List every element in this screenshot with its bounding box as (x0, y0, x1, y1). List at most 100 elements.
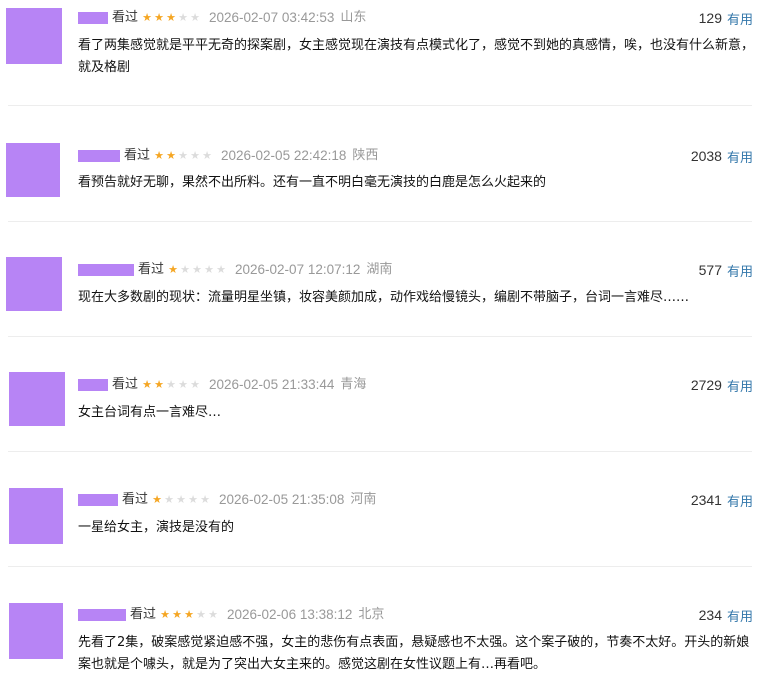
star-empty-icon: ★ (190, 378, 200, 391)
avatar[interactable] (9, 372, 65, 426)
comment-text: 一星给女主，演技是没有的 (78, 520, 235, 535)
vote-area: 2729 有用 (691, 375, 753, 395)
comment-time: 2026-02-07 03:42:53 (209, 10, 335, 25)
star-filled-icon: ★ (168, 263, 178, 276)
star-empty-icon: ★ (192, 263, 202, 276)
username-redacted[interactable] (78, 494, 118, 506)
star-empty-icon: ★ (180, 263, 190, 276)
watch-status: 看过 (130, 607, 157, 622)
star-empty-icon: ★ (164, 493, 174, 506)
comment-location: 青海 (340, 377, 367, 392)
star-filled-icon: ★ (142, 11, 152, 24)
comment-time: 2026-02-05 21:33:44 (209, 377, 335, 392)
rating-stars: ★ ★ ★ ★ ★ (141, 375, 201, 395)
comment-location: 北京 (358, 607, 385, 622)
username-redacted[interactable] (78, 12, 108, 24)
vote-area: 2341 有用 (691, 490, 753, 510)
divider (8, 566, 752, 567)
avatar[interactable] (9, 603, 63, 659)
star-empty-icon: ★ (166, 378, 176, 391)
comment-location: 河南 (350, 492, 377, 507)
comment-text: 看了两集感觉就是平平无奇的探案剧，女主感觉现在演技有点模式化了，感觉不到她的真感… (78, 38, 755, 75)
star-filled-icon: ★ (166, 11, 176, 24)
star-empty-icon: ★ (188, 493, 198, 506)
star-filled-icon: ★ (160, 608, 170, 621)
rating-stars: ★ ★ ★ ★ ★ (159, 605, 219, 625)
star-filled-icon: ★ (184, 608, 194, 621)
vote-area: 577 有用 (699, 260, 753, 280)
watch-status: 看过 (112, 10, 139, 25)
comment-meta: 看过 ★ ★ ★ ★ ★ 2026-02-07 12:07:12 湖南 (78, 260, 392, 280)
comment-time: 2026-02-06 13:38:12 (227, 607, 353, 622)
comment-location: 湖南 (366, 262, 393, 277)
comment-text: 现在大多数剧的现状：流量明星坐镇，妆容美颜加成，动作戏给慢镜头，编剧不带脑子，台… (78, 290, 690, 305)
useful-button[interactable]: 有用 (727, 376, 753, 395)
username-redacted[interactable] (78, 264, 134, 276)
star-empty-icon: ★ (190, 11, 200, 24)
star-empty-icon: ★ (176, 493, 186, 506)
star-empty-icon: ★ (200, 493, 210, 506)
vote-count: 2729 (690, 377, 722, 393)
star-empty-icon: ★ (204, 263, 214, 276)
comment-time: 2026-02-07 12:07:12 (235, 262, 361, 277)
useful-button[interactable]: 有用 (727, 9, 753, 28)
useful-button[interactable]: 有用 (727, 491, 753, 510)
star-empty-icon: ★ (196, 608, 206, 621)
star-empty-icon: ★ (178, 149, 188, 162)
comment-text: 看预告就好无聊，果然不出所料。还有一直不明白毫无演技的白鹿是怎么火起来的 (78, 175, 547, 190)
star-empty-icon: ★ (178, 11, 188, 24)
rating-stars: ★ ★ ★ ★ ★ (153, 146, 213, 166)
vote-count: 2341 (690, 492, 722, 508)
comment-location: 陕西 (352, 148, 379, 163)
comment-location: 山东 (340, 10, 367, 25)
star-filled-icon: ★ (166, 149, 176, 162)
username-redacted[interactable] (78, 609, 126, 621)
star-filled-icon: ★ (154, 378, 164, 391)
vote-count: 577 (698, 262, 722, 278)
star-filled-icon: ★ (154, 11, 164, 24)
star-empty-icon: ★ (202, 149, 212, 162)
avatar[interactable] (9, 488, 63, 544)
useful-button[interactable]: 有用 (727, 147, 753, 166)
star-filled-icon: ★ (152, 493, 162, 506)
divider (8, 221, 752, 222)
watch-status: 看过 (122, 492, 149, 507)
star-empty-icon: ★ (208, 608, 218, 621)
star-empty-icon: ★ (190, 149, 200, 162)
avatar[interactable] (6, 143, 60, 197)
username-redacted[interactable] (78, 150, 120, 162)
star-filled-icon: ★ (172, 608, 182, 621)
vote-count: 129 (698, 10, 722, 26)
star-empty-icon: ★ (178, 378, 188, 391)
vote-area: 129 有用 (699, 8, 753, 28)
rating-stars: ★ ★ ★ ★ ★ (141, 8, 201, 28)
comment-text: 女主台词有点一言难尽… (78, 405, 222, 420)
star-filled-icon: ★ (154, 149, 164, 162)
rating-stars: ★ ★ ★ ★ ★ (151, 490, 211, 510)
useful-button[interactable]: 有用 (727, 261, 753, 280)
divider (8, 336, 752, 337)
divider (8, 451, 752, 452)
vote-area: 234 有用 (699, 605, 753, 625)
useful-button[interactable]: 有用 (727, 606, 753, 625)
comment-meta: 看过 ★ ★ ★ ★ ★ 2026-02-05 21:33:44 青海 (78, 375, 366, 395)
comment-meta: 看过 ★ ★ ★ ★ ★ 2026-02-06 13:38:12 北京 (78, 605, 384, 625)
comment-time: 2026-02-05 22:42:18 (221, 148, 347, 163)
watermark-overlay (590, 662, 670, 674)
vote-count: 234 (698, 607, 722, 623)
comment-meta: 看过 ★ ★ ★ ★ ★ 2026-02-05 22:42:18 陕西 (78, 146, 378, 166)
watch-status: 看过 (138, 262, 165, 277)
rating-stars: ★ ★ ★ ★ ★ (167, 260, 227, 280)
vote-count: 2038 (690, 148, 722, 164)
avatar[interactable] (6, 257, 62, 311)
vote-area: 2038 有用 (691, 146, 753, 166)
comment-meta: 看过 ★ ★ ★ ★ ★ 2026-02-07 03:42:53 山东 (78, 8, 366, 28)
username-redacted[interactable] (78, 379, 108, 391)
star-filled-icon: ★ (142, 378, 152, 391)
star-empty-icon: ★ (216, 263, 226, 276)
divider (8, 105, 752, 106)
avatar[interactable] (6, 8, 62, 64)
comment-time: 2026-02-05 21:35:08 (219, 492, 345, 507)
watch-status: 看过 (124, 148, 151, 163)
comment-meta: 看过 ★ ★ ★ ★ ★ 2026-02-05 21:35:08 河南 (78, 490, 376, 510)
